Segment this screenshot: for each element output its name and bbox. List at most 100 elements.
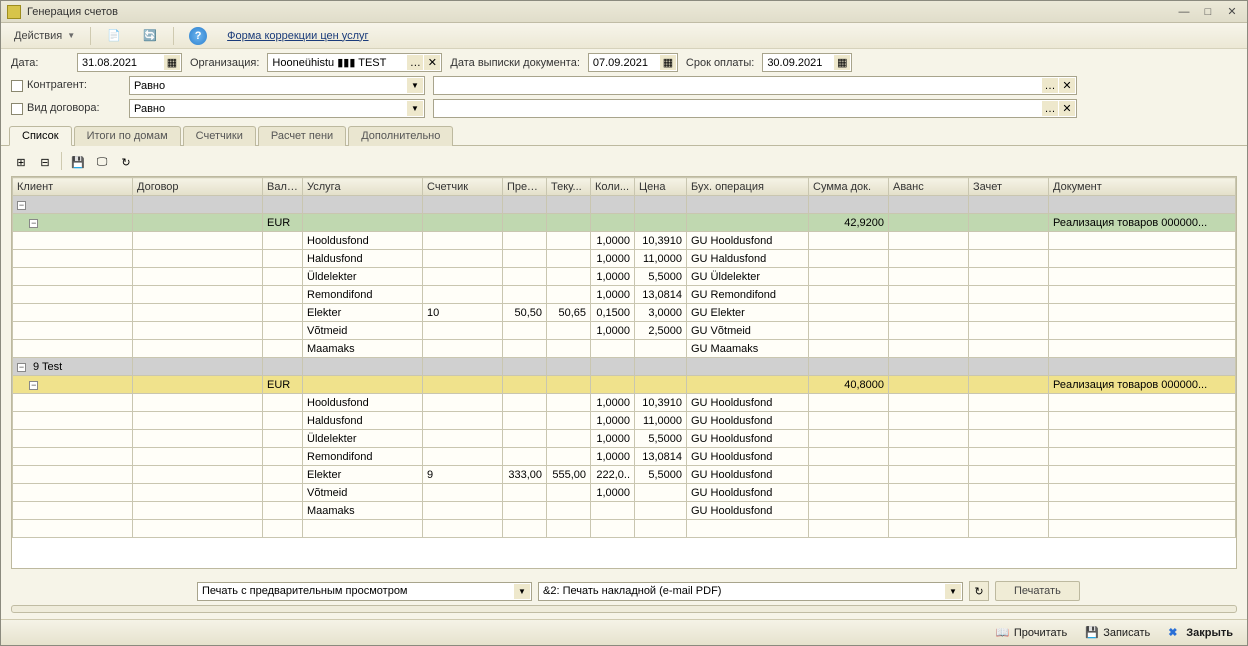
cell[interactable] — [1049, 412, 1236, 430]
cell[interactable]: 9 — [423, 466, 503, 484]
cell[interactable] — [969, 376, 1049, 394]
cell[interactable] — [423, 232, 503, 250]
price-correction-link[interactable]: Форма коррекции цен услуг — [220, 26, 375, 46]
cell[interactable]: Elekter — [303, 466, 423, 484]
cell[interactable]: Haldusfond — [303, 412, 423, 430]
cell[interactable] — [503, 376, 547, 394]
cell[interactable]: Hooldusfond — [303, 232, 423, 250]
cell[interactable] — [1049, 520, 1236, 538]
cell[interactable] — [635, 520, 687, 538]
cell[interactable] — [13, 466, 133, 484]
cell[interactable] — [263, 394, 303, 412]
cell[interactable] — [591, 502, 635, 520]
col-currency[interactable]: Валю... — [263, 178, 303, 196]
cell[interactable] — [591, 196, 635, 214]
cell[interactable] — [547, 286, 591, 304]
cell[interactable] — [687, 196, 809, 214]
cell[interactable] — [969, 430, 1049, 448]
cell[interactable] — [889, 304, 969, 322]
cell[interactable] — [263, 322, 303, 340]
cell[interactable] — [13, 430, 133, 448]
cell[interactable] — [635, 214, 687, 232]
collapse-icon[interactable]: − — [17, 201, 26, 210]
cell[interactable] — [423, 520, 503, 538]
cell[interactable] — [635, 340, 687, 358]
cell[interactable] — [809, 466, 889, 484]
date-field[interactable]: 31.08.2021 ▦ — [77, 53, 182, 72]
cell[interactable] — [889, 484, 969, 502]
tab-list[interactable]: Список — [9, 126, 72, 146]
cell[interactable] — [503, 394, 547, 412]
cell[interactable] — [13, 448, 133, 466]
close-button[interactable]: ✖Закрыть — [1164, 624, 1237, 642]
cell[interactable] — [969, 394, 1049, 412]
cell[interactable]: GU Hooldusfond — [687, 502, 809, 520]
cell[interactable] — [547, 412, 591, 430]
cell[interactable]: Реализация товаров 000000... — [1049, 214, 1236, 232]
cell[interactable] — [263, 340, 303, 358]
cell[interactable] — [809, 484, 889, 502]
cell[interactable] — [133, 412, 263, 430]
cell[interactable] — [889, 340, 969, 358]
actions-menu[interactable]: Действия ▼ — [7, 26, 82, 46]
cell[interactable] — [423, 322, 503, 340]
collapse-icon[interactable]: − — [29, 381, 38, 390]
cell[interactable]: − 9 Test — [13, 358, 133, 376]
cell[interactable] — [969, 232, 1049, 250]
cell[interactable] — [423, 394, 503, 412]
cell[interactable] — [133, 196, 263, 214]
cell[interactable] — [969, 448, 1049, 466]
cell[interactable] — [889, 268, 969, 286]
cell[interactable] — [547, 448, 591, 466]
cell[interactable] — [547, 502, 591, 520]
calendar-icon[interactable]: ▦ — [834, 55, 850, 70]
cell[interactable] — [889, 376, 969, 394]
cell[interactable]: GU Hooldusfond — [687, 466, 809, 484]
cell[interactable]: GU Hooldusfond — [687, 232, 809, 250]
group-header-row[interactable]: − — [13, 196, 1236, 214]
expand-all-button[interactable]: ⊞ — [11, 152, 31, 172]
cell[interactable] — [809, 502, 889, 520]
cell[interactable] — [133, 214, 263, 232]
org-field[interactable]: Hooneühistu ▮▮▮ TEST … ✕ — [267, 53, 442, 72]
cell[interactable] — [1049, 196, 1236, 214]
counterparty-condition[interactable]: Равно ▼ — [129, 76, 425, 95]
cell[interactable] — [1049, 502, 1236, 520]
cell[interactable] — [263, 286, 303, 304]
cell[interactable]: 10 — [423, 304, 503, 322]
group-header-row[interactable]: − 9 Test — [13, 358, 1236, 376]
cell[interactable] — [547, 430, 591, 448]
cell[interactable] — [263, 412, 303, 430]
cell[interactable] — [263, 196, 303, 214]
cell[interactable] — [13, 250, 133, 268]
cell[interactable] — [13, 340, 133, 358]
cell[interactable]: GU Hooldusfond — [687, 448, 809, 466]
cell[interactable]: − — [13, 196, 133, 214]
cell[interactable] — [133, 430, 263, 448]
col-offset[interactable]: Зачет — [969, 178, 1049, 196]
cell[interactable] — [809, 448, 889, 466]
cell[interactable]: − — [13, 376, 133, 394]
cell[interactable] — [889, 250, 969, 268]
cell[interactable] — [889, 430, 969, 448]
cell[interactable] — [133, 304, 263, 322]
cell[interactable] — [1049, 358, 1236, 376]
cell[interactable] — [969, 304, 1049, 322]
cell[interactable] — [809, 232, 889, 250]
cell[interactable] — [1049, 448, 1236, 466]
cell[interactable] — [503, 502, 547, 520]
detail-row[interactable]: Remondifond1,000013,0814GU Remondifond — [13, 286, 1236, 304]
cell[interactable]: EUR — [263, 214, 303, 232]
cell[interactable] — [889, 412, 969, 430]
cell[interactable] — [503, 358, 547, 376]
cell[interactable]: 1,0000 — [591, 232, 635, 250]
contract-type-value[interactable]: … ✕ — [433, 99, 1077, 118]
cell[interactable] — [13, 412, 133, 430]
read-button[interactable]: 📖Прочитать — [992, 624, 1071, 642]
cell[interactable]: 0,1500 — [591, 304, 635, 322]
cell[interactable] — [503, 340, 547, 358]
cell[interactable] — [503, 232, 547, 250]
close-window-button[interactable]: ✕ — [1223, 4, 1241, 20]
cell[interactable] — [809, 520, 889, 538]
cell[interactable]: GU Haldusfond — [687, 250, 809, 268]
